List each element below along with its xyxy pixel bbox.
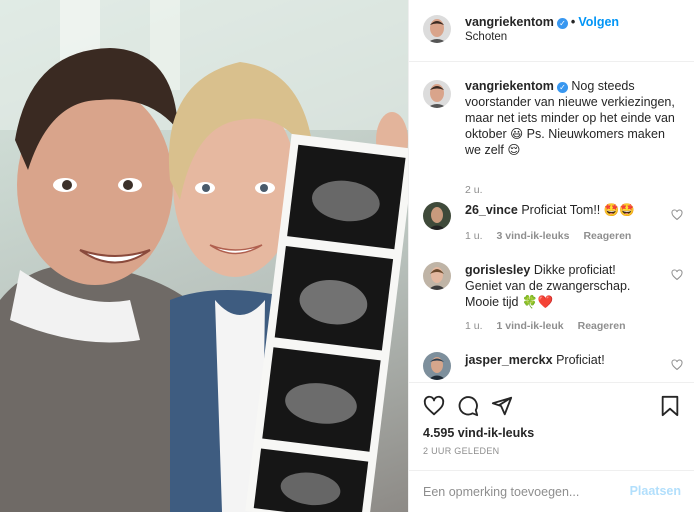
instagram-post-view: vangriekentom ✓ • Volgen Schoten vangrieken…	[0, 0, 694, 512]
likes-count[interactable]: 4.595 vind-ik-leuks	[423, 426, 534, 440]
verified-badge-icon: ✓	[556, 18, 568, 29]
comment-likes[interactable]: 3 vind-ik-leuks	[497, 230, 570, 242]
caption-avatar-image	[423, 80, 451, 108]
commenter-avatar[interactable]	[423, 352, 451, 380]
comment-like-heart-icon[interactable]	[671, 359, 683, 371]
commenter-avatar-image	[423, 262, 451, 290]
post-location[interactable]: Schoten	[465, 31, 507, 43]
comment-text: Proficiat!	[556, 353, 605, 367]
author-avatar-image	[423, 15, 451, 43]
comment-likes[interactable]: 1 vind-ik-leuk	[497, 320, 564, 332]
commenter-avatar[interactable]	[423, 262, 451, 290]
post-sidebar: vangriekentom ✓ • Volgen Schoten vangrieken…	[408, 0, 694, 512]
comment-time[interactable]: 1 u.	[465, 230, 483, 242]
posted-time[interactable]: 2 UUR GELEDEN	[423, 446, 499, 456]
commenter-avatar-image	[423, 352, 451, 380]
reply-button[interactable]: Reageren	[583, 230, 631, 242]
author-username[interactable]: vangriekentom	[465, 15, 554, 29]
header-user-line: vangriekentom ✓ • Volgen	[465, 15, 619, 29]
bookmark-icon[interactable]	[659, 395, 681, 417]
comment-like-heart-icon[interactable]	[671, 269, 683, 281]
separator-dot: •	[570, 15, 576, 29]
commenter-avatar-image	[423, 202, 451, 230]
verified-badge-icon: ✓	[556, 82, 568, 93]
comment-time[interactable]: 1 u.	[465, 320, 483, 332]
heart-icon[interactable]	[423, 395, 445, 417]
caption-text-block: vangriekentom ✓ Nog steeds voorstander va…	[465, 78, 680, 158]
comment-username[interactable]: 26_vince	[465, 203, 518, 217]
post-actions: 4.595 vind-ik-leuks 2 UUR GELEDEN	[409, 382, 694, 472]
comment-like-heart-icon[interactable]	[671, 209, 683, 221]
share-icon[interactable]	[491, 395, 513, 417]
comment-text: Proficiat Tom!! 🤩🤩	[521, 203, 635, 217]
reply-button[interactable]: Reageren	[578, 320, 626, 332]
post-photo[interactable]	[0, 0, 408, 512]
comment-meta: 1 u. 1 vind-ik-leuk Reageren	[465, 320, 639, 332]
follow-button[interactable]: Volgen	[578, 15, 619, 29]
caption-username[interactable]: vangriekentom	[465, 79, 554, 93]
add-comment-bar: Plaatsen	[409, 470, 694, 512]
post-header: vangriekentom ✓ • Volgen Schoten	[409, 0, 694, 62]
comment-username[interactable]: gorislesley	[465, 263, 530, 277]
commenter-avatar[interactable]	[423, 202, 451, 230]
photo-illustration	[0, 0, 408, 512]
comment-input[interactable]	[423, 482, 613, 502]
comment-text-block: 26_vince Proficiat Tom!! 🤩🤩	[465, 202, 655, 218]
comments-section[interactable]: vangriekentom ✓ Nog steeds voorstander va…	[409, 62, 694, 382]
comment-meta: 1 u. 3 vind-ik-leuks Reageren	[465, 230, 645, 242]
comment-text-block: gorislesley Dikke proficiat! Geniet van …	[465, 262, 655, 310]
caption-time[interactable]: 2 u.	[465, 184, 483, 196]
comment-icon[interactable]	[457, 395, 479, 417]
comment-username[interactable]: jasper_merckx	[465, 353, 553, 367]
post-comment-button[interactable]: Plaatsen	[630, 484, 681, 498]
caption-avatar[interactable]	[423, 80, 451, 108]
author-avatar[interactable]	[423, 15, 451, 43]
comment-text-block: jasper_merckx Proficiat!	[465, 352, 655, 368]
